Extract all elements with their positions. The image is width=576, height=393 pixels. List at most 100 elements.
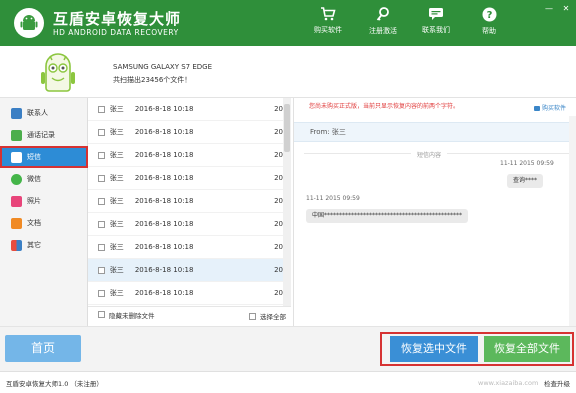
detail-scrollbar[interactable] [569, 116, 576, 326]
row-checkbox[interactable] [98, 105, 105, 113]
photo-icon [11, 195, 22, 207]
nav-buy-label: 购买软件 [314, 26, 342, 34]
nav-register-label: 注册激活 [369, 27, 397, 35]
message-date: 2016-8-18 10:18 [134, 197, 194, 205]
version-status: 互盾安卓恢复大师1.0 （未注册） [6, 380, 103, 388]
message-date: 2016-8-18 10:18 [134, 105, 194, 113]
contacts-icon [11, 107, 22, 119]
list-item[interactable]: 张三 2016-8-18 10:18 20 [88, 236, 283, 259]
document-icon [11, 217, 22, 229]
select-all-label[interactable]: 选择全部 [260, 311, 286, 321]
message-count: 20 [274, 128, 283, 136]
divider-label: 短信内容 [411, 150, 448, 159]
hide-undeleted-checkbox[interactable] [98, 311, 105, 318]
sender-name: 张三 [109, 197, 124, 205]
scrollbar-thumb[interactable] [284, 104, 290, 152]
recover-selected-button[interactable]: 恢复选中文件 [390, 336, 478, 362]
minimize-icon[interactable]: — [544, 4, 554, 14]
hide-undeleted-label[interactable]: 隐藏未删除文件 [109, 310, 155, 320]
message-count: 20 [274, 197, 283, 205]
message-list: 张三 2016-8-18 10:18 20 张三 2016-8-18 10:18… [88, 98, 283, 306]
sidebar-item-wechat[interactable]: 微信 [0, 168, 88, 190]
message-timestamp: 11-11 2015 09:59 [306, 195, 360, 202]
home-button[interactable]: 首页 [5, 335, 81, 362]
svg-text:?: ? [486, 10, 492, 21]
action-bar: 首页 恢复选中文件 恢复全部文件 [0, 326, 576, 371]
close-icon[interactable]: ✕ [561, 4, 571, 14]
message-timestamp: 11-11 2015 09:59 [500, 160, 554, 167]
sidebar-item-other[interactable]: 其它 [0, 234, 88, 256]
list-item[interactable]: 张三 2016-8-18 10:18 20 [88, 98, 283, 121]
list-item-selected[interactable]: 张三 2016-8-18 10:18 20 [88, 259, 283, 282]
conversation-header: From: 张三 [294, 122, 576, 142]
sidebar-item-label: 通话记录 [27, 131, 55, 139]
list-item[interactable]: 张三 2016-8-18 10:18 20 [88, 121, 283, 144]
cart-small-icon [533, 106, 540, 111]
sender-name: 张三 [109, 266, 124, 274]
app-subtitle: HD ANDROID DATA RECOVERY [53, 28, 179, 37]
phone-icon [11, 129, 22, 141]
select-all-checkbox[interactable] [249, 312, 256, 320]
watermark: www.xiazaiba.com [478, 379, 539, 387]
sidebar-item-contacts[interactable]: 联系人 [0, 102, 88, 124]
message-detail: 您尚未购买正式版，当前只显示恢复内容的前两个字符。 购买软件 From: 张三 … [293, 98, 576, 326]
row-checkbox[interactable] [98, 174, 105, 182]
sms-icon [11, 151, 22, 163]
message-date: 2016-8-18 10:18 [134, 289, 194, 297]
message-date: 2016-8-18 10:18 [134, 151, 194, 159]
message-date: 2016-8-18 10:18 [134, 174, 194, 182]
nav-contact-label: 联系我们 [422, 26, 450, 34]
buy-link[interactable]: 购买软件 [533, 103, 566, 112]
row-checkbox[interactable] [98, 151, 105, 159]
row-checkbox[interactable] [98, 197, 105, 205]
row-checkbox[interactable] [98, 243, 105, 251]
sidebar-item-label: 微信 [27, 175, 41, 183]
row-checkbox[interactable] [98, 289, 105, 297]
sender-name: 张三 [109, 289, 124, 297]
sender-name: 张三 [109, 220, 124, 228]
sidebar-item-label: 文档 [27, 219, 41, 227]
sidebar-item-documents[interactable]: 文档 [0, 212, 88, 234]
message-count: 20 [274, 220, 283, 228]
sidebar-item-label: 照片 [27, 197, 41, 205]
nav-help-label: 帮助 [482, 27, 496, 35]
message-count: 20 [274, 289, 283, 297]
nav-contact[interactable]: 联系我们 [414, 7, 458, 35]
row-checkbox[interactable] [98, 266, 105, 274]
sender-name: 张三 [109, 105, 124, 113]
sender-name: 张三 [109, 174, 124, 182]
list-item[interactable]: 张三 2016-8-18 10:18 20 [88, 144, 283, 167]
list-item[interactable]: 张三 2016-8-18 10:18 20 [88, 167, 283, 190]
list-item[interactable]: 张三 2016-8-18 10:18 20 [88, 213, 283, 236]
message-bubble-sent: 查询**** [507, 174, 544, 188]
message-date: 2016-8-18 10:18 [134, 128, 194, 136]
title-bar: 互盾安卓恢复大师 HD ANDROID DATA RECOVERY 购买软件 注… [0, 0, 576, 46]
app-title: 互盾安卓恢复大师 [53, 10, 182, 28]
other-icon [11, 239, 22, 251]
android-logo-icon [14, 8, 44, 38]
row-checkbox[interactable] [98, 128, 105, 136]
android-mascot-icon [38, 52, 78, 94]
nav-register[interactable]: 注册激活 [361, 7, 405, 36]
row-checkbox[interactable] [98, 220, 105, 228]
list-item[interactable]: 张三 2016-8-18 10:18 20 [88, 190, 283, 213]
recover-all-button[interactable]: 恢复全部文件 [484, 336, 570, 362]
message-date: 2016-8-18 10:18 [134, 220, 194, 228]
message-count: 20 [274, 243, 283, 251]
check-upgrade-link[interactable]: 检查升级 [544, 378, 570, 388]
sidebar-item-sms[interactable]: 短信 [0, 146, 88, 168]
nav-help[interactable]: ? 帮助 [467, 7, 511, 36]
list-scrollbar[interactable] [283, 98, 291, 306]
buy-link-label: 购买软件 [541, 105, 566, 112]
message-count: 20 [274, 174, 283, 182]
list-item[interactable]: 张三 2016-8-18 10:18 20 [88, 282, 283, 305]
category-sidebar: 联系人 通话记录 短信 微信 照片 文档 其它 [0, 98, 88, 326]
sidebar-item-photos[interactable]: 照片 [0, 190, 88, 212]
message-count: 20 [274, 151, 283, 159]
wechat-icon [11, 173, 22, 185]
device-name: SAMSUNG GALAXY S7 EDGE [113, 63, 212, 71]
sidebar-item-calls[interactable]: 通话记录 [0, 124, 88, 146]
nav-buy[interactable]: 购买软件 [306, 7, 350, 35]
scan-count: 共扫描出23456个文件！ [113, 76, 192, 84]
sidebar-item-label: 联系人 [27, 109, 48, 117]
